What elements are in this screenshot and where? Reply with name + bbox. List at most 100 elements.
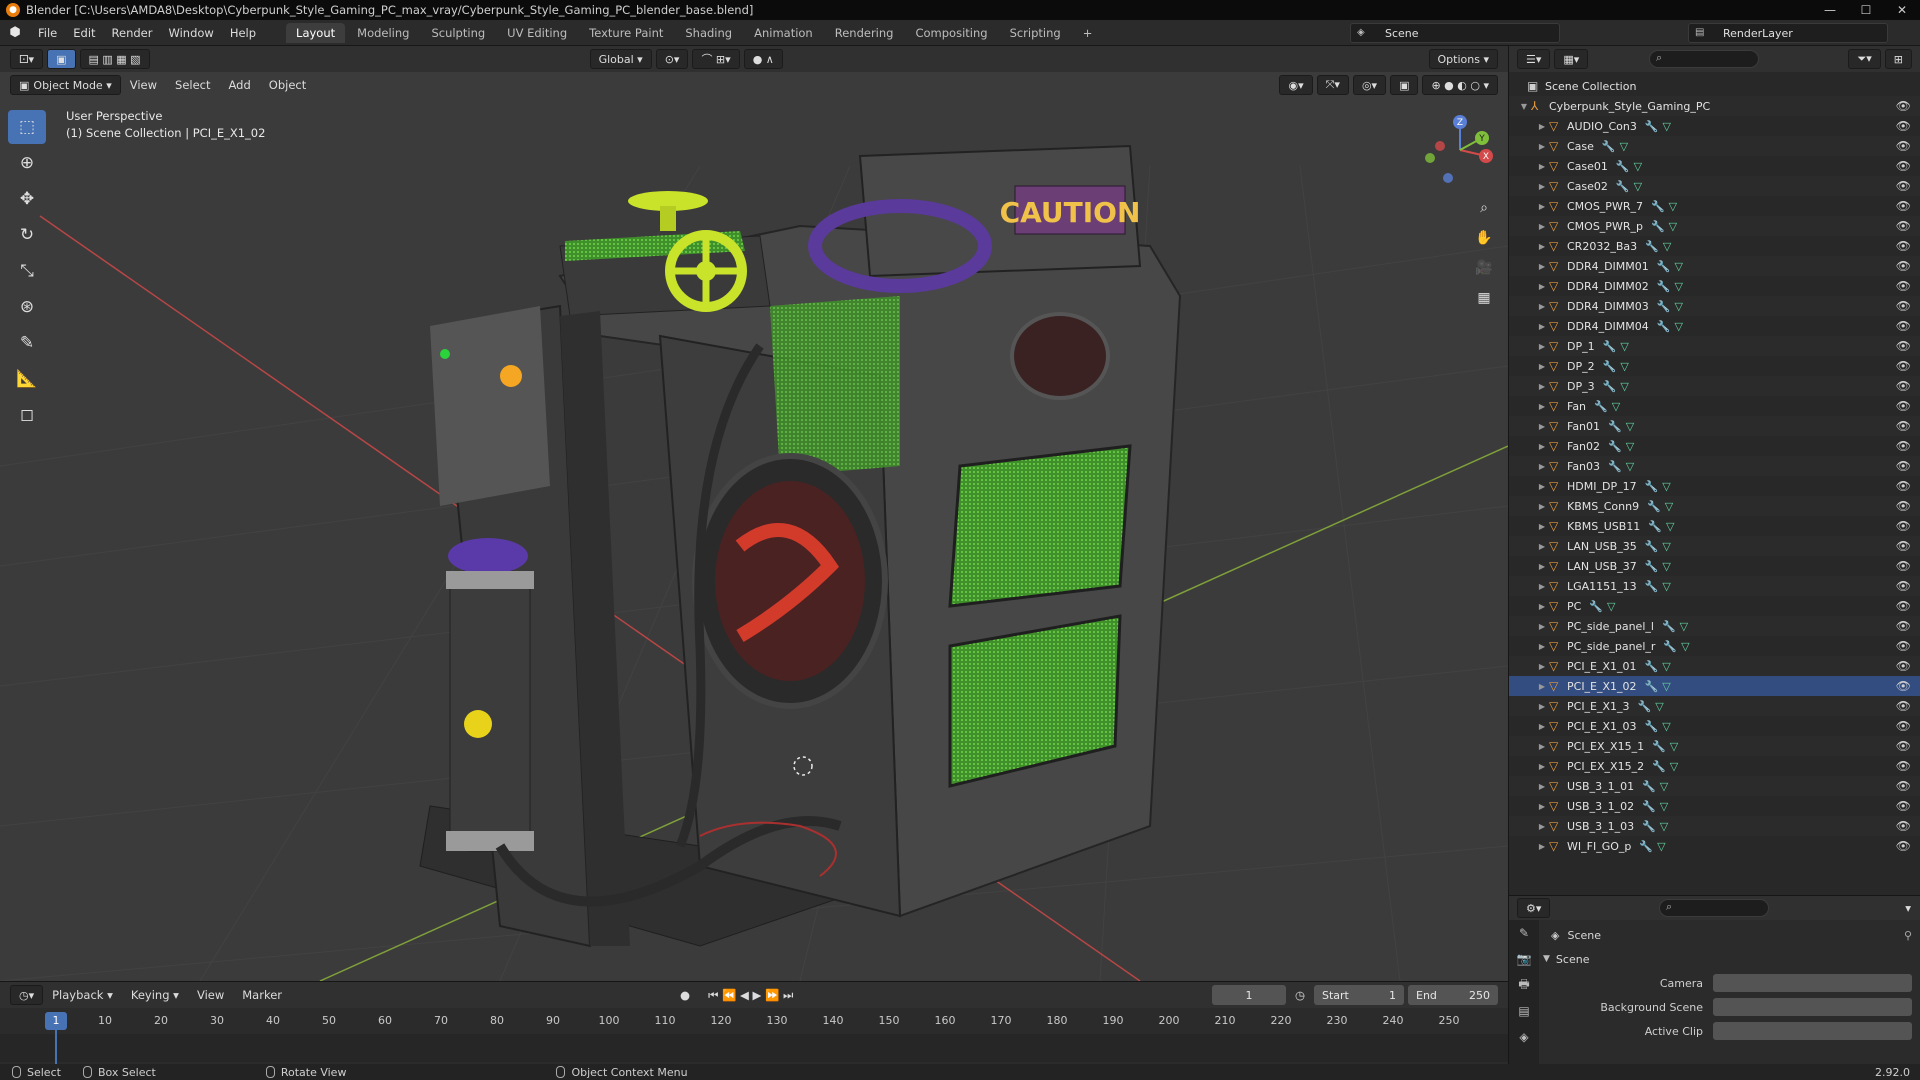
mesh-data-icon[interactable]: ▽ (1665, 500, 1673, 513)
expand-icon[interactable]: ▶ (1509, 642, 1549, 651)
expand-icon[interactable]: ▶ (1509, 762, 1549, 771)
outliner-item[interactable]: ▶ ▽ DP_3 🔧 ▽ 👁 (1509, 376, 1920, 396)
outliner-item[interactable]: ▶ ▽ LGA1151_13 🔧 ▽ 👁 (1509, 576, 1920, 596)
mesh-data-icon[interactable]: ▽ (1674, 300, 1682, 313)
outliner-item[interactable]: ▶ ▽ LAN_USB_37 🔧 ▽ 👁 (1509, 556, 1920, 576)
visibility-eye-icon[interactable]: 👁 (1896, 519, 1911, 533)
visibility-eye-icon[interactable]: 👁 (1896, 439, 1911, 453)
mesh-data-icon[interactable]: ▽ (1620, 340, 1628, 353)
mesh-data-icon[interactable]: ▽ (1607, 600, 1615, 613)
visibility-eye-icon[interactable]: 👁 (1896, 759, 1911, 773)
properties-panel[interactable]: ⚙▾ ⌕ ▾ ✎ 📷 🖶 ▤ ◈ ◈ Scene ⚲ ▼ Scene Camer… (1508, 895, 1920, 1065)
visibility-eye-icon[interactable]: 👁 (1896, 679, 1911, 693)
modifier-icon[interactable]: 🔧 (1594, 400, 1608, 413)
outliner-item[interactable]: ▶ ▽ Fan03 🔧 ▽ 👁 (1509, 456, 1920, 476)
mesh-data-icon[interactable]: ▽ (1657, 840, 1665, 853)
editor-type-button[interactable]: ⚀▾ (10, 49, 44, 69)
expand-icon[interactable]: ▶ (1509, 282, 1549, 291)
expand-icon[interactable]: ▶ (1509, 542, 1549, 551)
outliner-item[interactable]: ▶ ▽ CMOS_PWR_7 🔧 ▽ 👁 (1509, 196, 1920, 216)
annotate-tool-icon[interactable]: ✎ (8, 326, 46, 360)
record-icon[interactable]: ● (671, 988, 699, 1002)
visibility-eye-icon[interactable]: 👁 (1896, 559, 1911, 573)
background-scene-field[interactable] (1713, 998, 1912, 1016)
current-frame-field[interactable]: 1 (1211, 985, 1286, 1005)
expand-icon[interactable]: ▶ (1509, 802, 1549, 811)
menu-window[interactable]: Window (160, 26, 221, 40)
output-properties-tab-icon[interactable]: 🖶 (1509, 972, 1539, 998)
expand-icon[interactable]: ▶ (1509, 782, 1549, 791)
visibility-eye-icon[interactable]: 👁 (1896, 779, 1911, 793)
overlay-button[interactable]: ◎▾ (1352, 75, 1387, 95)
mesh-data-icon[interactable]: ▽ (1660, 800, 1668, 813)
playback-controls[interactable]: ⏮ ⏪ ◀ ▶ ⏩ ⏭ (699, 988, 802, 1003)
visibility-eye-icon[interactable]: 👁 (1896, 639, 1911, 653)
menu-marker[interactable]: Marker (233, 988, 291, 1002)
expand-icon[interactable]: ▶ (1509, 842, 1549, 851)
modifier-icon[interactable]: 🔧 (1645, 480, 1659, 493)
visibility-eye-icon[interactable]: 👁 (1896, 419, 1911, 433)
expand-icon[interactable]: ▶ (1509, 202, 1549, 211)
expand-icon[interactable]: ▶ (1509, 222, 1549, 231)
mesh-data-icon[interactable]: ▽ (1670, 740, 1678, 753)
modifier-icon[interactable]: 🔧 (1648, 520, 1662, 533)
menu-playback[interactable]: Playback ▾ (43, 988, 122, 1002)
visibility-eye-icon[interactable]: 👁 (1896, 579, 1911, 593)
select-box-tool-icon[interactable]: ⬚ (8, 110, 46, 144)
modifier-icon[interactable]: 🔧 (1662, 620, 1676, 633)
modifier-icon[interactable]: 🔧 (1663, 640, 1677, 653)
menu-render[interactable]: Render (104, 26, 161, 40)
expand-icon[interactable]: ▶ (1509, 262, 1549, 271)
expand-icon[interactable]: ▶ (1509, 142, 1549, 151)
outliner-item[interactable]: ▶ ▽ USB_3_1_03 🔧 ▽ 👁 (1509, 816, 1920, 836)
mesh-data-icon[interactable]: ▽ (1674, 260, 1682, 273)
mesh-data-icon[interactable]: ▽ (1634, 160, 1642, 173)
outliner-item[interactable]: ▶ ▽ Fan 🔧 ▽ 👁 (1509, 396, 1920, 416)
visibility-eye-icon[interactable]: 👁 (1896, 799, 1911, 813)
modifier-icon[interactable]: 🔧 (1642, 820, 1656, 833)
mesh-data-icon[interactable]: ▽ (1669, 220, 1677, 233)
tab-shading[interactable]: Shading (675, 23, 742, 43)
visibility-eye-icon[interactable]: 👁 (1896, 179, 1911, 193)
tab-modeling[interactable]: Modeling (347, 23, 419, 43)
mesh-data-icon[interactable]: ▽ (1663, 240, 1671, 253)
visibility-button[interactable]: ◉▾ (1279, 75, 1313, 95)
mesh-data-icon[interactable]: ▽ (1634, 180, 1642, 193)
outliner-item[interactable]: ▶ ▽ WI_FI_GO_p 🔧 ▽ 👁 (1509, 836, 1920, 856)
modifier-icon[interactable]: 🔧 (1608, 440, 1622, 453)
render-properties-tab-icon[interactable]: 📷 (1509, 946, 1539, 972)
modifier-icon[interactable]: 🔧 (1642, 780, 1656, 793)
modifier-icon[interactable]: 🔧 (1602, 140, 1616, 153)
outliner-item[interactable]: ▶ ▽ CMOS_PWR_p 🔧 ▽ 👁 (1509, 216, 1920, 236)
tab-uv-editing[interactable]: UV Editing (497, 23, 577, 43)
outliner-item[interactable]: ▶ ▽ USB_3_1_02 🔧 ▽ 👁 (1509, 796, 1920, 816)
mesh-data-icon[interactable]: ▽ (1626, 460, 1634, 473)
outliner-panel[interactable]: ☰▾ ▦▾ ⌕ ⏷▾ ⊞ ▣ Scene Collection ▼ ⅄ Cybe… (1508, 46, 1920, 895)
outliner-item[interactable]: ▶ ▽ PCI_EX_X15_1 🔧 ▽ 👁 (1509, 736, 1920, 756)
expand-icon[interactable]: ▶ (1509, 382, 1549, 391)
add-workspace-button[interactable]: + (1073, 23, 1103, 43)
modifier-icon[interactable]: 🔧 (1645, 680, 1659, 693)
modifier-icon[interactable]: 🔧 (1645, 540, 1659, 553)
outliner-item[interactable]: ▶ ▽ DDR4_DIMM02 🔧 ▽ 👁 (1509, 276, 1920, 296)
outliner-editor-type-button[interactable]: ☰▾ (1517, 49, 1551, 69)
outliner-item[interactable]: ▶ ▽ PCI_EX_X15_2 🔧 ▽ 👁 (1509, 756, 1920, 776)
expand-icon[interactable]: ▶ (1509, 302, 1549, 311)
outliner-item[interactable]: ▶ ▽ KBMS_Conn9 🔧 ▽ 👁 (1509, 496, 1920, 516)
expand-icon[interactable]: ▶ (1509, 362, 1549, 371)
outliner-item[interactable]: ▶ ▽ HDMI_DP_17 🔧 ▽ 👁 (1509, 476, 1920, 496)
outliner-item[interactable]: ▶ ▽ CR2032_Ba3 🔧 ▽ 👁 (1509, 236, 1920, 256)
outliner-item[interactable]: ▶ ▽ DDR4_DIMM04 🔧 ▽ 👁 (1509, 316, 1920, 336)
mesh-data-icon[interactable]: ▽ (1660, 820, 1668, 833)
outliner-item[interactable]: ▶ ▽ PC_side_panel_l 🔧 ▽ 👁 (1509, 616, 1920, 636)
modifier-icon[interactable]: 🔧 (1603, 360, 1617, 373)
tool-properties-tab-icon[interactable]: ✎ (1509, 920, 1539, 946)
scene-properties-tab-icon[interactable]: ◈ (1509, 1024, 1539, 1050)
outliner-item[interactable]: ▶ ▽ PCI_E_X1_03 🔧 ▽ 👁 (1509, 716, 1920, 736)
panel-collapse-icon[interactable]: ▼ (1543, 954, 1550, 964)
menu-view[interactable]: View (121, 78, 166, 92)
filter-icon[interactable]: ⏷▾ (1848, 49, 1881, 69)
visibility-eye-icon[interactable]: 👁 (1896, 539, 1911, 553)
visibility-eye-icon[interactable]: 👁 (1896, 139, 1911, 153)
properties-editor-type-button[interactable]: ⚙▾ (1517, 898, 1551, 918)
